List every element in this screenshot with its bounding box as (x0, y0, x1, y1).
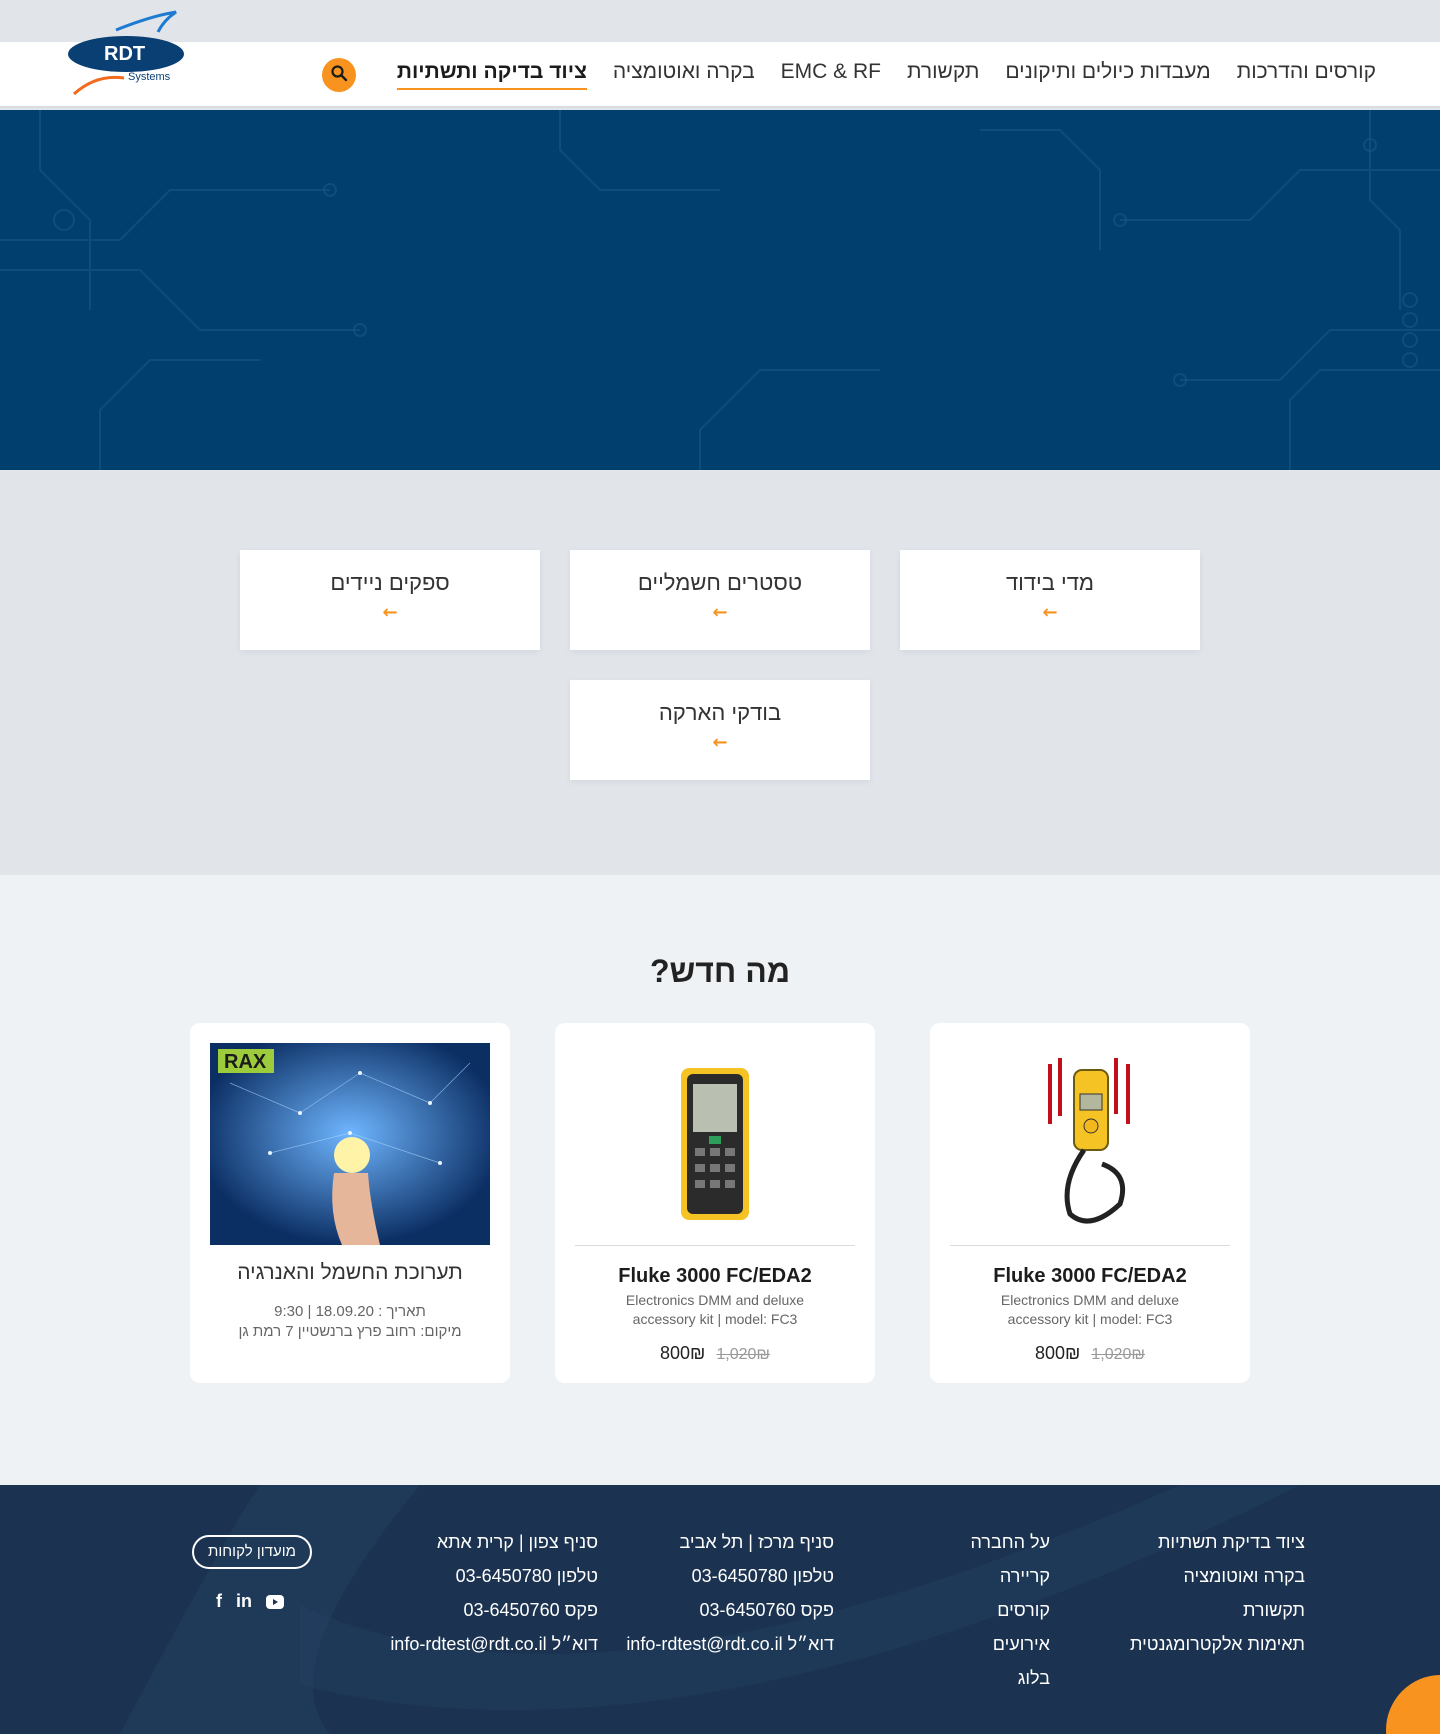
linkedin-icon[interactable]: in (236, 1591, 252, 1612)
branch-fax: פקס 03-6450760 (463, 1600, 599, 1620)
product-description: Electronics DMM and deluxe accessory kit… (625, 1292, 805, 1327)
facebook-icon[interactable]: f (216, 1591, 222, 1612)
category-label: בודקי הארקה (658, 700, 782, 725)
footer-links-services: ציוד בדיקת תשתיות בקרה ואוטומציה תקשורת … (1130, 1525, 1305, 1661)
event-image: RAX (210, 1043, 490, 1245)
branch-phone: טלפון 03-6450780 (455, 1566, 598, 1586)
category-portable-supplies[interactable]: ספקים ניידים ← (240, 550, 540, 650)
product-title: Fluke 3000 FC/EDA2 (618, 1265, 812, 1287)
footer-link[interactable]: תקשורת (1130, 1593, 1305, 1627)
footer-link[interactable]: קורסים (970, 1593, 1050, 1627)
category-ground-testers[interactable]: בודקי הארקה ← (570, 680, 870, 780)
rdt-logo[interactable]: RDT Systems (66, 10, 190, 98)
footer-link[interactable]: אירועים (970, 1627, 1050, 1661)
footer-branch-north: סניף צפון | קרית אתא טלפון 03-6450780 פק… (390, 1525, 598, 1661)
old-price: 1,020₪ (1091, 1346, 1145, 1363)
category-label: טסטרים חשמליים (637, 570, 803, 595)
footer-branch-center: סניף מרכז | תל אביב טלפון 03-6450780 פקס… (626, 1525, 834, 1661)
current-price: 800₪ (660, 1343, 706, 1363)
footer-link[interactable]: תאימות אלקטרומגנטית (1130, 1627, 1305, 1661)
old-price: 1,020₪ (716, 1346, 770, 1363)
card-divider (575, 1245, 855, 1246)
card-divider (950, 1245, 1230, 1246)
search-button[interactable] (322, 58, 356, 92)
nav-item-calibration-labs[interactable]: מעבדות כיולים ותיקונים (1005, 60, 1210, 90)
arrow-left-icon: ← (712, 732, 728, 753)
branch-fax: פקס 03-6450760 (699, 1600, 835, 1620)
footer-link[interactable]: על החברה (970, 1525, 1050, 1559)
arrow-left-icon: ← (712, 602, 728, 623)
category-label: ספקים ניידים (330, 570, 450, 595)
event-card[interactable]: RAX תערוכת החשמל והאנרגיה תאריך : 18.09.… (190, 1023, 510, 1383)
nav-item-courses[interactable]: קורסים והדרכות (1237, 60, 1376, 90)
product-card[interactable]: Fluke 3000 FC/EDA2 Electronics DMM and d… (930, 1023, 1250, 1383)
category-section: מדי בידוד ← טסטרים חשמליים ← ספקים ניידי… (0, 470, 1440, 875)
top-strip (0, 0, 1440, 42)
product-description: Electronics DMM and deluxe accessory kit… (1000, 1292, 1180, 1327)
event-badge: RAX (224, 1051, 267, 1073)
site-footer: ציוד בדיקת תשתיות בקרה ואוטומציה תקשורת … (0, 1485, 1440, 1734)
branch-email[interactable]: דוא״ל info-rdtest@rdt.co.il (390, 1627, 598, 1661)
arrow-left-icon: ← (1042, 602, 1058, 623)
circuit-pattern (0, 110, 1440, 470)
search-icon (330, 64, 348, 86)
product-price: 800₪ 1,020₪ (930, 1343, 1250, 1364)
nav-item-test-equipment[interactable]: ציוד בדיקה ותשתיות (396, 60, 587, 90)
nav-item-communications[interactable]: תקשורת (907, 60, 979, 90)
category-insulation-testers[interactable]: מדי בידוד ← (900, 550, 1200, 650)
nav-item-automation[interactable]: בקרה ואוטומציה (613, 60, 755, 90)
current-price: 800₪ (1035, 1343, 1081, 1363)
branch-phone: טלפון 03-6450780 (691, 1566, 834, 1586)
category-label: מדי בידוד (1005, 570, 1095, 595)
branch-name: סניף צפון | קרית אתא (436, 1532, 598, 1552)
customer-club-button[interactable]: מועדון לקוחות (192, 1535, 312, 1569)
event-location: מיקום: רחוב פרץ ברנשטיין 7 רמת גן (238, 1323, 462, 1340)
arrow-left-icon: ← (382, 602, 398, 623)
main-nav: ציוד בדיקה ותשתיות בקרה ואוטומציה EMC & … (396, 42, 1376, 108)
footer-link[interactable]: בלוג (970, 1661, 1050, 1695)
event-date: תאריך : 18.09.20 | 9:30 (274, 1303, 426, 1320)
youtube-icon[interactable] (266, 1594, 284, 1609)
footer-link[interactable]: בקרה ואוטומציה (1130, 1559, 1306, 1593)
logo-sub: Systems (128, 71, 171, 83)
nav-item-emc-rf[interactable]: EMC & RF (781, 60, 881, 90)
hero-banner (0, 110, 1440, 470)
product-card[interactable]: Fluke 3000 FC/EDA2 Electronics DMM and d… (555, 1023, 875, 1383)
product-image-distance-meter (575, 1043, 855, 1245)
event-title: תערוכת החשמל והאנרגיה (237, 1261, 463, 1284)
category-electrical-testers[interactable]: טסטרים חשמליים ← (570, 550, 870, 650)
footer-link[interactable]: קריירה (970, 1559, 1050, 1593)
footer-links-company: על החברה קריירה קורסים אירועים בלוג (970, 1525, 1050, 1695)
whats-new-section: מה חדש? Fluke 3000 FC/EDA2 Electronics D… (0, 875, 1440, 1485)
section-heading: מה חדש? (649, 953, 791, 989)
product-image-clamp-meter (950, 1043, 1230, 1245)
social-links: f in (216, 1591, 284, 1612)
branch-name: סניף מרכז | תל אביב (679, 1532, 835, 1552)
footer-link[interactable]: ציוד בדיקת תשתיות (1130, 1525, 1305, 1559)
branch-email[interactable]: דוא״ל info-rdtest@rdt.co.il (626, 1627, 834, 1661)
product-price: 800₪ 1,020₪ (555, 1343, 875, 1364)
logo-text: RDT (104, 43, 145, 65)
product-title: Fluke 3000 FC/EDA2 (993, 1265, 1187, 1287)
